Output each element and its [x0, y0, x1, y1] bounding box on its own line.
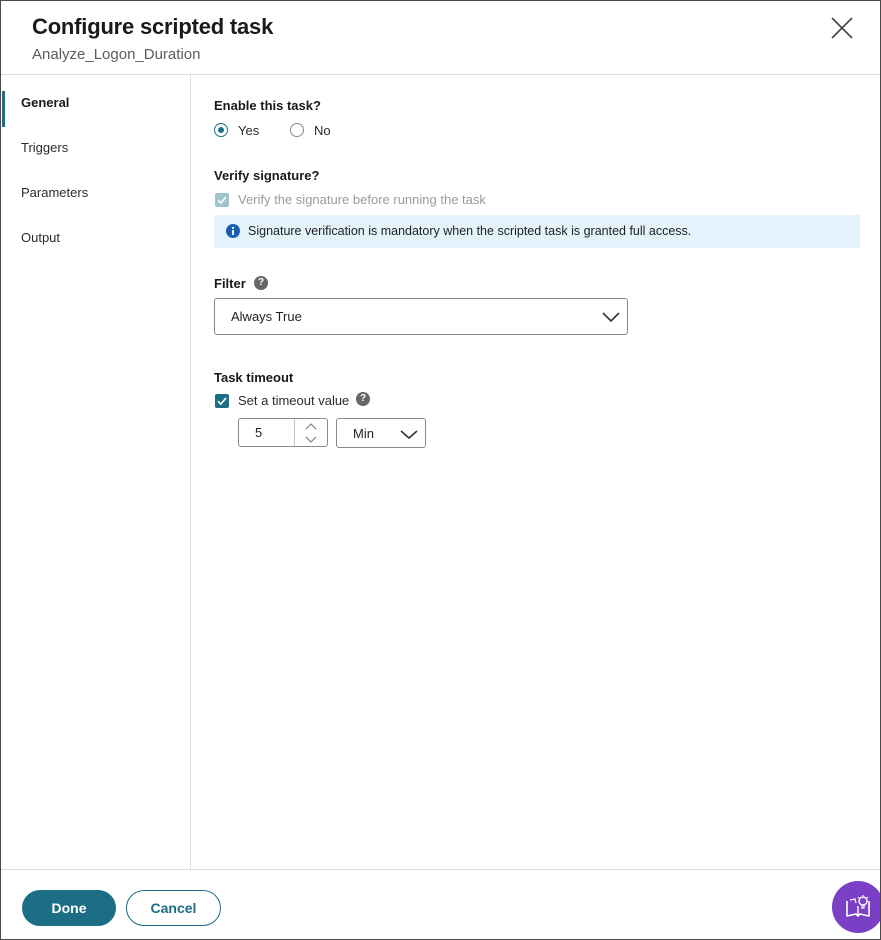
timeout-checkbox-label[interactable]: Set a timeout value	[238, 393, 349, 408]
verify-signature-label: Verify signature?	[214, 168, 320, 183]
sidebar-item-label: Output	[21, 230, 61, 245]
guide-button[interactable]	[832, 881, 880, 933]
chevron-down-icon	[305, 436, 317, 443]
dialog-footer: Done Cancel	[1, 869, 880, 939]
done-button[interactable]: Done	[22, 890, 116, 926]
sidebar-nav: General Triggers Parameters Output	[1, 75, 191, 869]
sidebar-item-label: Triggers	[21, 140, 69, 155]
cancel-button[interactable]: Cancel	[126, 890, 221, 926]
timeout-unit-select[interactable]: Min	[336, 418, 426, 448]
dialog-title: Configure scripted task	[32, 14, 274, 39]
timeout-checkbox[interactable]	[215, 394, 229, 408]
filter-select[interactable]: Always True	[214, 298, 628, 335]
sidebar-item-label: Parameters	[21, 185, 89, 200]
check-icon	[217, 397, 227, 406]
task-timeout-label: Task timeout	[214, 370, 294, 385]
help-icon[interactable]: ?	[356, 392, 370, 406]
timeout-unit-value: Min	[353, 426, 374, 441]
check-icon	[217, 196, 227, 205]
enable-yes-label[interactable]: Yes	[238, 123, 259, 138]
enable-no-label[interactable]: No	[314, 123, 331, 138]
dialog-subtitle: Analyze_Logon_Duration	[32, 46, 201, 63]
timeout-value-stepper	[238, 418, 328, 447]
signature-info-banner: Signature verification is mandatory when…	[214, 215, 860, 248]
chevron-down-icon	[400, 430, 418, 440]
chevron-down-icon	[602, 312, 620, 323]
verify-signature-checkbox-label: Verify the signature before running the …	[238, 192, 486, 207]
close-button[interactable]	[827, 13, 857, 43]
filter-selected-value: Always True	[231, 309, 302, 324]
sidebar-item-output[interactable]: Output	[1, 220, 190, 256]
close-icon	[831, 17, 853, 39]
sidebar-item-triggers[interactable]: Triggers	[1, 130, 190, 166]
enable-task-label: Enable this task?	[214, 98, 321, 113]
filter-label: Filter	[214, 276, 246, 291]
verify-signature-checkbox[interactable]	[215, 193, 229, 207]
enable-no-radio[interactable]	[290, 123, 304, 137]
general-panel: Enable this task? Yes No Verify signatur…	[191, 75, 880, 869]
signature-info-text: Signature verification is mandatory when…	[248, 224, 692, 238]
help-icon[interactable]: ?	[254, 276, 268, 290]
info-icon	[226, 224, 240, 238]
sidebar-item-parameters[interactable]: Parameters	[1, 175, 190, 211]
book-lightbulb-icon	[846, 895, 870, 917]
enable-yes-radio[interactable]	[214, 123, 228, 137]
increment-button[interactable]	[295, 420, 327, 433]
sidebar-item-general[interactable]: General	[1, 85, 190, 127]
sidebar-item-label: General	[21, 95, 70, 110]
chevron-up-icon	[305, 423, 317, 430]
configure-task-dialog: Configure scripted task Analyze_Logon_Du…	[0, 0, 881, 940]
timeout-value-input[interactable]	[239, 419, 293, 446]
dialog-header: Configure scripted task Analyze_Logon_Du…	[1, 1, 880, 75]
decrement-button[interactable]	[295, 433, 327, 446]
